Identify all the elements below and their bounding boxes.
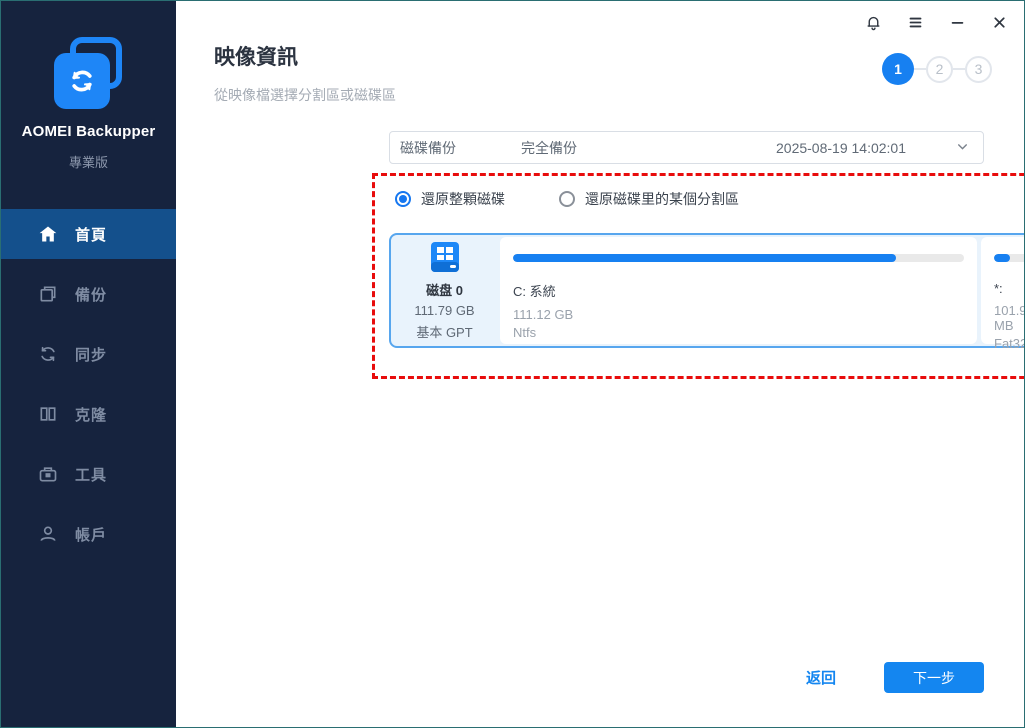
app-edition: 專業版 bbox=[68, 155, 108, 170]
partition-filesystem: Fat32 bbox=[994, 336, 1025, 351]
backup-type: 磁碟備份 bbox=[400, 139, 456, 156]
home-icon bbox=[37, 223, 59, 245]
copy-icon bbox=[37, 283, 59, 305]
app-logo-icon bbox=[50, 37, 128, 109]
step-1: 1 bbox=[882, 53, 914, 85]
menu-icon[interactable] bbox=[898, 9, 932, 35]
disk-drive-icon bbox=[430, 242, 459, 272]
titlebar bbox=[856, 9, 1016, 35]
user-icon bbox=[37, 523, 59, 545]
next-button[interactable]: 下一步 bbox=[884, 662, 984, 693]
sidebar-item-backup[interactable]: 備份 bbox=[1, 269, 176, 319]
sidebar-item-label: 備份 bbox=[75, 286, 108, 304]
sidebar-item-home[interactable]: 首頁 bbox=[1, 209, 176, 259]
usage-bar bbox=[513, 254, 964, 262]
page-subtitle: 從映像檔選擇分割區或磁碟區 bbox=[214, 87, 396, 103]
sidebar-item-label: 工具 bbox=[75, 466, 108, 484]
sidebar-item-label: 首頁 bbox=[75, 226, 108, 244]
disk-type: 基本 GPT bbox=[416, 325, 473, 340]
backup-select-dropdown[interactable]: 磁碟備份 完全備份 2025-08-19 14:02:01 bbox=[389, 131, 984, 164]
sidebar-item-account[interactable]: 帳戶 bbox=[1, 509, 176, 559]
partition-size: 111.12 GB bbox=[513, 307, 574, 322]
sidebar-item-clone[interactable]: 克隆 bbox=[1, 389, 176, 439]
step-3: 3 bbox=[965, 55, 992, 83]
app-window: AOMEI Backupper 專業版 首頁 備份 同步 克隆 工具 帳戶 映像… bbox=[0, 0, 1025, 728]
main-content: 映像資訊 從映像檔選擇分割區或磁碟區 1 2 3 磁碟備份 完全備份 2025-… bbox=[176, 1, 1024, 727]
radio-selected-icon bbox=[395, 191, 411, 207]
brand-block: AOMEI Backupper 專業版 bbox=[1, 1, 176, 171]
app-name: AOMEI Backupper bbox=[21, 123, 156, 140]
disk-row-selected[interactable]: 磁盘 0 111.79 GB 基本 GPT C: 系統 111.12 GB Nt… bbox=[389, 233, 1024, 351]
back-button[interactable]: 返回 bbox=[806, 667, 836, 688]
close-icon[interactable] bbox=[982, 9, 1016, 35]
sidebar-item-label: 帳戶 bbox=[75, 526, 108, 544]
sidebar-item-sync[interactable]: 同步 bbox=[1, 329, 176, 379]
partition-star[interactable]: *: 101.98 MB Fat32 bbox=[981, 237, 1024, 351]
radio-restore-partition[interactable]: 還原磁碟里的某個分割區 bbox=[559, 189, 739, 209]
disk-size: 111.79 GB bbox=[414, 303, 475, 318]
restore-options-zone: 還原整顆磁碟 還原磁碟里的某個分割區 磁盘 0 111.79 GB 基本 GPT… bbox=[372, 173, 1024, 379]
partition-size: 101.98 MB bbox=[994, 303, 1024, 333]
step-2: 2 bbox=[926, 55, 953, 83]
sidebar-item-tools[interactable]: 工具 bbox=[1, 449, 176, 499]
disk-name: 磁盘 0 bbox=[426, 283, 463, 298]
radio-restore-whole-disk[interactable]: 還原整顆磁碟 bbox=[395, 189, 505, 209]
usage-bar-fill bbox=[994, 254, 1010, 262]
step-indicator: 1 2 3 bbox=[882, 53, 992, 85]
radio-unselected-icon bbox=[559, 191, 575, 207]
step-connector bbox=[953, 68, 965, 70]
partition-filesystem: Ntfs bbox=[513, 325, 537, 340]
minimize-icon[interactable] bbox=[940, 9, 974, 35]
radio-label: 還原整顆磁碟 bbox=[421, 191, 505, 207]
partition-label: *: bbox=[994, 281, 1003, 296]
backup-mode: 完全備份 bbox=[521, 139, 577, 156]
partition-label: C: 系統 bbox=[513, 284, 556, 299]
step-connector bbox=[914, 68, 926, 70]
clone-icon bbox=[37, 403, 59, 425]
toolbox-icon bbox=[37, 463, 59, 485]
sidebar-item-label: 克隆 bbox=[75, 406, 108, 424]
bell-icon[interactable] bbox=[856, 9, 890, 35]
chevron-down-icon bbox=[956, 140, 969, 156]
page-title: 映像資訊 bbox=[214, 46, 298, 69]
sidebar-item-label: 同步 bbox=[75, 346, 108, 364]
usage-bar bbox=[994, 254, 1024, 262]
footer-actions: 返回 下一步 bbox=[806, 662, 984, 693]
sidebar-nav: 首頁 備份 同步 克隆 工具 帳戶 bbox=[1, 209, 176, 559]
radio-label: 還原磁碟里的某個分割區 bbox=[585, 191, 739, 207]
restore-radio-row: 還原整顆磁碟 還原磁碟里的某個分割區 bbox=[395, 189, 1024, 209]
sidebar: AOMEI Backupper 專業版 首頁 備份 同步 克隆 工具 帳戶 bbox=[1, 1, 176, 727]
usage-bar-fill bbox=[513, 254, 897, 262]
disk-info: 磁盘 0 111.79 GB 基本 GPT bbox=[393, 237, 496, 344]
sync-arrows-icon bbox=[53, 53, 110, 109]
sync-icon bbox=[37, 343, 59, 365]
backup-timestamp: 2025-08-19 14:02:01 bbox=[776, 139, 906, 156]
partition-c[interactable]: C: 系統 111.12 GB Ntfs bbox=[500, 237, 977, 344]
